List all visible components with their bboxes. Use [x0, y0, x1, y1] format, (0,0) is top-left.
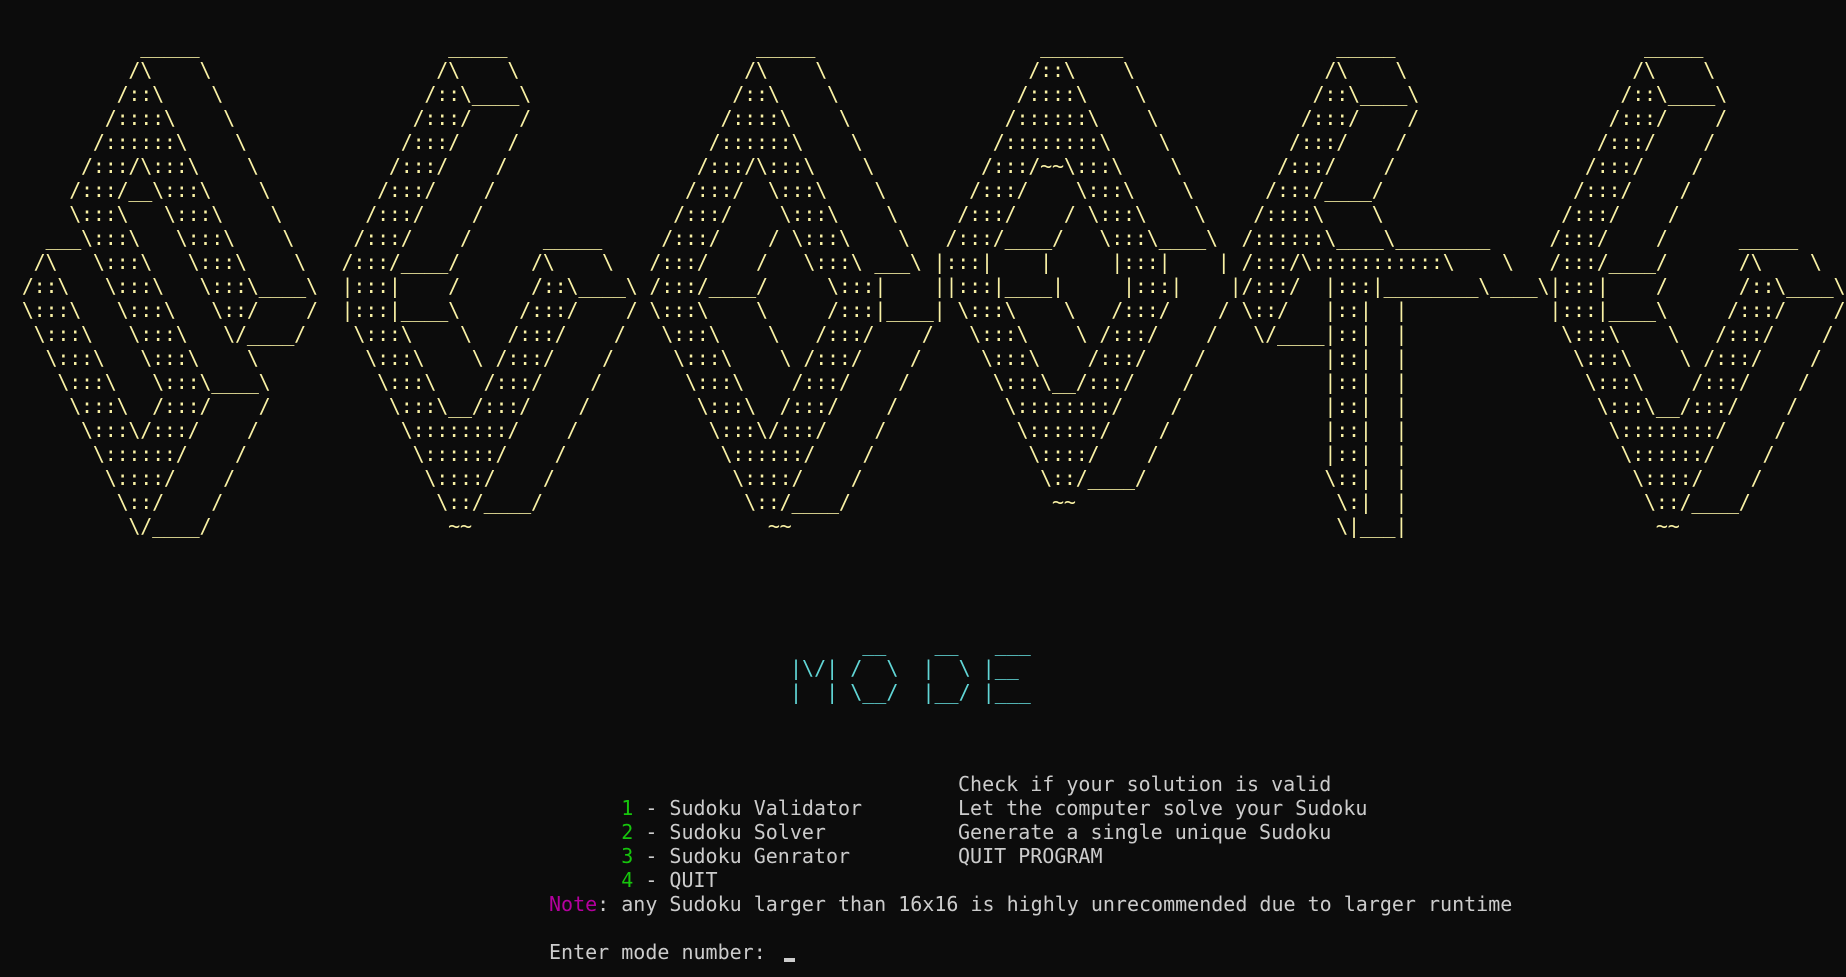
menu-option-solver: 2 - Sudoku Solver Let the computer solve…: [549, 796, 1749, 844]
menu-option-generator: 3 - Sudoku Genrator Generate a single un…: [549, 820, 1749, 868]
menu-option-label: - QUIT: [633, 868, 718, 892]
note-text: : any Sudoku larger than 16x16 is highly…: [597, 892, 1513, 916]
runtime-note: Note: any Sudoku larger than 16x16 is hi…: [549, 892, 1749, 916]
menu-option-description: Check if your solution is valid: [958, 772, 1332, 796]
menu-option-description: QUIT PROGRAM: [958, 844, 1103, 868]
menu-option-description: Let the computer solve your Sudoku: [958, 796, 1368, 820]
menu-option-number: 4: [621, 868, 634, 892]
menu-option-description: Generate a single unique Sudoku: [958, 820, 1332, 844]
prompt-text: Enter mode number:: [549, 940, 778, 964]
ascii-banner: _____ _____ _____ _______ _____ _____ /\…: [21, 34, 1846, 538]
mode-input-prompt[interactable]: Enter mode number:: [549, 940, 1749, 964]
mode-ascii-title: __ __ ___ |\/| / \ | \ |__ | | \__/ |__/…: [790, 632, 1031, 704]
menu-option-validator: 1 - Sudoku Validator Check if your solut…: [549, 772, 1749, 820]
terminal-window: _____ _____ _____ _______ _____ _____ /\…: [0, 0, 1846, 977]
menu-option-quit: 4 - QUIT QUIT PROGRAM: [549, 844, 1749, 892]
mode-menu: 1 - Sudoku Validator Check if your solut…: [549, 772, 1749, 964]
text-cursor[interactable]: [783, 958, 795, 962]
